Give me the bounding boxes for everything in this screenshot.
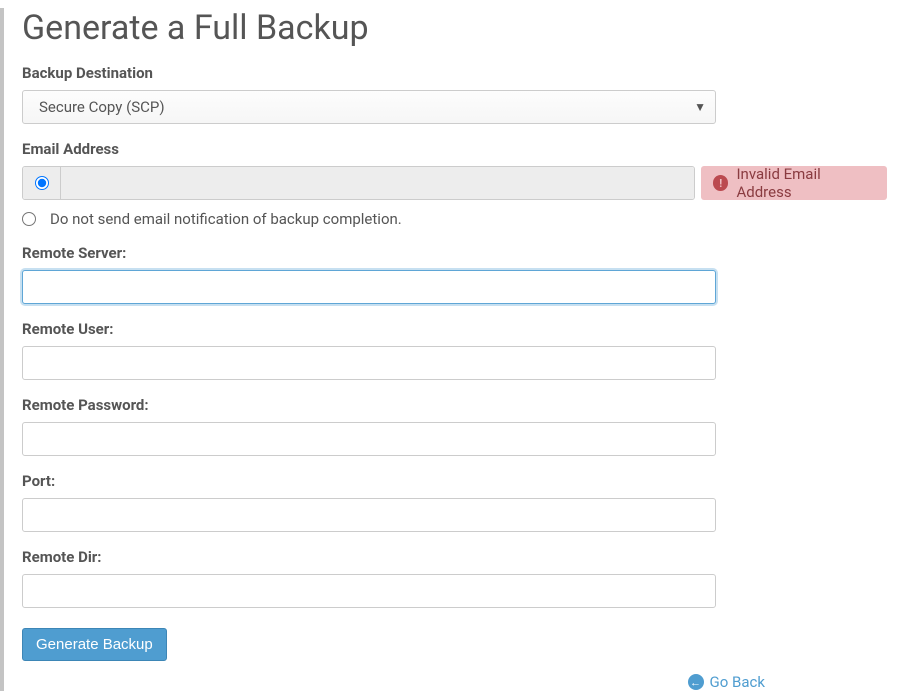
go-back-link[interactable]: ← Go Back: [688, 673, 765, 691]
remote-user-group: Remote User:: [22, 320, 887, 380]
no-email-radio[interactable]: [22, 212, 36, 226]
remote-user-label: Remote User:: [22, 320, 887, 338]
no-email-option[interactable]: Do not send email notification of backup…: [22, 210, 887, 228]
email-input-group: [22, 166, 695, 200]
remote-server-group: Remote Server:: [22, 244, 887, 304]
port-group: Port:: [22, 472, 887, 532]
email-error-badge: ! Invalid Email Address: [701, 166, 887, 200]
backup-destination-label: Backup Destination: [22, 64, 887, 82]
port-label: Port:: [22, 472, 887, 490]
go-back-label: Go Back: [710, 673, 765, 691]
email-label: Email Address: [22, 140, 887, 158]
remote-server-input[interactable]: [22, 270, 716, 304]
port-input[interactable]: [22, 498, 716, 532]
remote-user-input[interactable]: [22, 346, 716, 380]
backup-destination-select[interactable]: Secure Copy (SCP): [22, 90, 716, 124]
backup-destination-group: Backup Destination Secure Copy (SCP) ▼: [22, 64, 887, 124]
error-icon: !: [713, 175, 728, 191]
remote-password-label: Remote Password:: [22, 396, 887, 414]
remote-dir-group: Remote Dir:: [22, 548, 887, 608]
remote-dir-label: Remote Dir:: [22, 548, 887, 566]
email-field[interactable]: [61, 167, 694, 199]
generate-backup-button[interactable]: Generate Backup: [22, 628, 167, 661]
backup-destination-value: Secure Copy (SCP): [39, 98, 165, 116]
email-error-text: Invalid Email Address: [736, 165, 875, 201]
remote-dir-input[interactable]: [22, 574, 716, 608]
arrow-left-icon: ←: [688, 674, 704, 690]
page-title: Generate a Full Backup: [22, 8, 887, 48]
remote-server-label: Remote Server:: [22, 244, 887, 262]
no-email-label: Do not send email notification of backup…: [50, 210, 402, 228]
send-email-radio-cell[interactable]: [23, 167, 61, 199]
email-group: Email Address ! Invalid Email Address: [22, 140, 887, 200]
remote-password-group: Remote Password:: [22, 396, 887, 456]
remote-password-input[interactable]: [22, 422, 716, 456]
send-email-radio[interactable]: [35, 176, 49, 190]
